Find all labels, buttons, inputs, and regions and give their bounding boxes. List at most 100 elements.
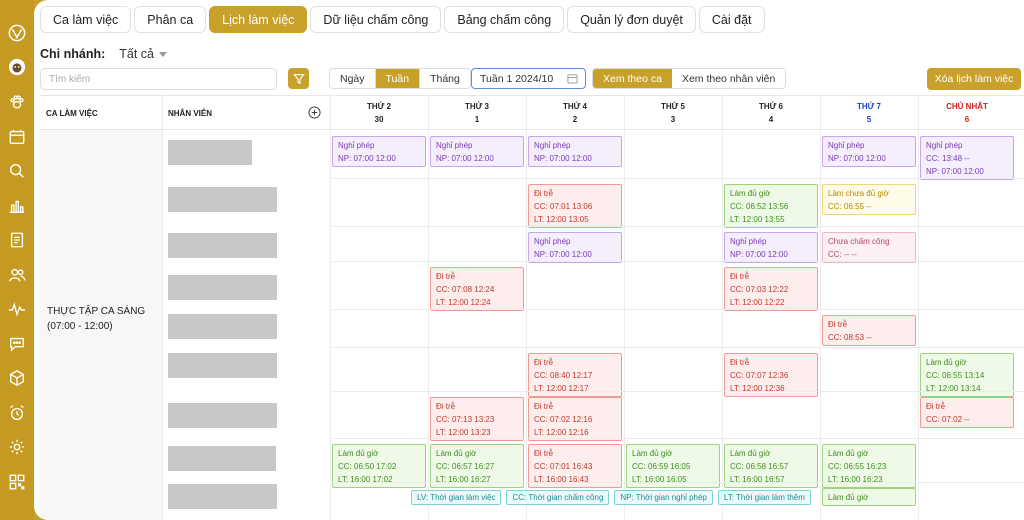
col-employee-label: NHÂN VIÊN	[168, 108, 213, 118]
attendance-card-leave[interactable]: Nghỉ phép NP: 07:00 12:00	[528, 232, 622, 263]
main-content: Ca làm việc Phân ca Lịch làm việc Dữ liệu c…	[34, 0, 1024, 520]
tab-3[interactable]: Dữ liệu chấm công	[310, 6, 442, 33]
card-line: NP: 07:00 12:00	[534, 154, 592, 163]
attendance-card-late[interactable]: Đi trễ CC: 07:03 12:22 LT: 12:00 12:22	[724, 267, 818, 311]
shift-time: (07:00 - 12:00)	[47, 321, 113, 332]
attendance-card-late[interactable]: Đi trễ CC: 08:53 --	[822, 315, 916, 346]
calendar-icon[interactable]	[6, 126, 28, 148]
attendance-card-leave[interactable]: Nghỉ phép NP: 07:00 12:00	[332, 136, 426, 167]
view-toggle: Ngày Tuần Tháng	[329, 68, 471, 89]
attendance-card-miss[interactable]: Chưa chấm công CC: -- --	[822, 232, 916, 263]
tab-4[interactable]: Bảng chấm công	[444, 6, 565, 33]
card-line: NP: 07:00 12:00	[534, 250, 592, 259]
card-line: CC: 13:48 --	[926, 154, 970, 163]
card-line: CC: 07:02 12:16	[534, 415, 593, 424]
users-icon[interactable]	[6, 264, 28, 286]
employee-name-redacted[interactable]	[168, 275, 277, 300]
column-divider	[428, 95, 429, 520]
day-name: THỨ 4	[563, 102, 587, 111]
card-line: LT: 16:00 16:57	[730, 475, 785, 484]
activity-icon[interactable]	[6, 298, 28, 320]
employee-name-redacted[interactable]	[168, 446, 276, 471]
row-divider	[330, 226, 1024, 227]
employee-name-redacted[interactable]	[168, 233, 277, 258]
card-line: LT: 12:00 13:05	[534, 215, 589, 224]
shift-name: THỰC TẬP CA SÁNG (07:00 - 12:00)	[47, 304, 145, 334]
card-line: Đi trễ	[436, 402, 456, 411]
mode-button-1[interactable]: Xem theo nhân viên	[671, 69, 786, 88]
document-icon[interactable]	[6, 229, 28, 251]
clear-schedule-button[interactable]: Xóa lịch làm việc	[927, 68, 1021, 90]
attendance-card-late[interactable]: Đi trễ CC: 07:13 13:23 LT: 12:00 13:23	[430, 397, 524, 441]
col-shift-header: CA LÀM VIỆC	[46, 96, 156, 130]
card-line: Đi trễ	[730, 272, 750, 281]
tab-6[interactable]: Cài đặt	[698, 6, 765, 33]
day-header-0: THỨ 2 30	[330, 96, 428, 130]
alarm-clock-icon[interactable]	[6, 402, 28, 424]
filter-button[interactable]	[288, 68, 309, 89]
shift-title: THỰC TẬP CA SÁNG	[47, 306, 146, 317]
attendance-card-ok[interactable]: Làm đủ giờ CC: 06:52 13:56 LT: 12:00 13:55	[724, 184, 818, 228]
employee-name-redacted[interactable]	[168, 353, 277, 378]
attendance-card-late[interactable]: Đi trễ CC: 07:02 --	[920, 397, 1014, 428]
paw-icon[interactable]	[6, 91, 28, 113]
tab-5[interactable]: Quản lý đơn duyệt	[567, 6, 696, 33]
search-input[interactable]	[40, 68, 277, 90]
card-line: LT: 12:00 12:24	[436, 298, 491, 307]
employee-name-redacted[interactable]	[168, 314, 277, 339]
attendance-card-late[interactable]: Đi trễ CC: 07:01 13:06 LT: 12:00 13:05	[528, 184, 622, 228]
chevron-down-icon[interactable]	[159, 51, 168, 57]
card-line: LT: 16:00 16:43	[534, 475, 589, 484]
card-line: Đi trễ	[534, 449, 554, 458]
attendance-card-leave[interactable]: Nghỉ phép NP: 07:00 12:00	[528, 136, 622, 167]
attendance-card-leave[interactable]: Nghỉ phép NP: 07:00 12:00	[822, 136, 916, 167]
tab-bar: Ca làm việc Phân ca Lịch làm việc Dữ liệu c…	[40, 6, 765, 34]
day-header-3: THỨ 5 3	[624, 96, 722, 130]
card-line: CC: 06:55 --	[828, 202, 872, 211]
card-line: Làm đủ giờ	[730, 449, 771, 458]
mode-button-0[interactable]: Xem theo ca	[593, 69, 672, 88]
employee-name-redacted[interactable]	[168, 403, 277, 428]
card-line: Làm chưa đủ giờ	[828, 189, 889, 198]
attendance-card-leave[interactable]: Nghỉ phép NP: 07:00 12:00	[724, 232, 818, 263]
view-button-1[interactable]: Tuần	[375, 69, 421, 88]
employee-name-redacted[interactable]	[168, 140, 252, 165]
day-date: 30	[374, 115, 384, 124]
view-button-0[interactable]: Ngày	[330, 69, 376, 88]
shift-cell: THỰC TẬP CA SÁNG (07:00 - 12:00)	[40, 130, 162, 438]
attendance-card-leave[interactable]: Nghỉ phép CC: 13:48 -- NP: 07:00 12:00	[920, 136, 1014, 180]
col-employee-header: NHÂN VIÊN	[168, 96, 278, 130]
attendance-card-late[interactable]: Đi trễ CC: 07:02 12:16 LT: 12:00 12:16	[528, 397, 622, 441]
avatar[interactable]	[6, 56, 28, 78]
tab-1[interactable]: Phân ca	[134, 6, 207, 33]
week-picker[interactable]: Tuần 1 2024/10	[471, 68, 586, 89]
card-line: Nghỉ phép	[534, 141, 571, 150]
view-button-2[interactable]: Tháng	[420, 69, 470, 88]
bar-chart-icon[interactable]	[6, 195, 28, 217]
branch-select[interactable]: Tất cả	[119, 47, 154, 61]
tab-0[interactable]: Ca làm việc	[40, 6, 132, 33]
day-name: THỨ 2	[367, 102, 391, 111]
chat-icon[interactable]	[6, 333, 28, 355]
search-icon[interactable]	[6, 160, 28, 182]
employee-name-redacted[interactable]	[168, 484, 277, 509]
tab-2[interactable]: Lịch làm việc	[209, 6, 308, 33]
row-divider	[330, 347, 1024, 348]
day-header-1: THỨ 3 1	[428, 96, 526, 130]
attendance-card-short[interactable]: Làm chưa đủ giờ CC: 06:55 --	[822, 184, 916, 215]
gear-icon[interactable]	[6, 436, 28, 458]
day-header-2: THỨ 4 2	[526, 96, 624, 130]
day-date: 6	[964, 115, 970, 124]
logo-icon[interactable]	[6, 22, 28, 44]
card-line: CC: 07:03 12:22	[730, 285, 789, 294]
day-header-6: CHỦ NHẬT 6	[918, 96, 1016, 130]
employee-name-redacted[interactable]	[168, 187, 277, 212]
branch-filter[interactable]: Chi nhánh: Tất cả	[40, 47, 168, 61]
calendar-icon[interactable]	[567, 73, 578, 84]
attendance-card-ok[interactable]: Làm đủ giờ	[822, 488, 916, 506]
box-icon[interactable]	[6, 367, 28, 389]
qr-code-icon[interactable]	[6, 471, 28, 493]
attendance-card-late[interactable]: Đi trễ CC: 07:08 12:24 LT: 12:00 12:24	[430, 267, 524, 311]
add-employee-button[interactable]	[308, 106, 321, 124]
attendance-card-leave[interactable]: Nghỉ phép NP: 07:00 12:00	[430, 136, 524, 167]
